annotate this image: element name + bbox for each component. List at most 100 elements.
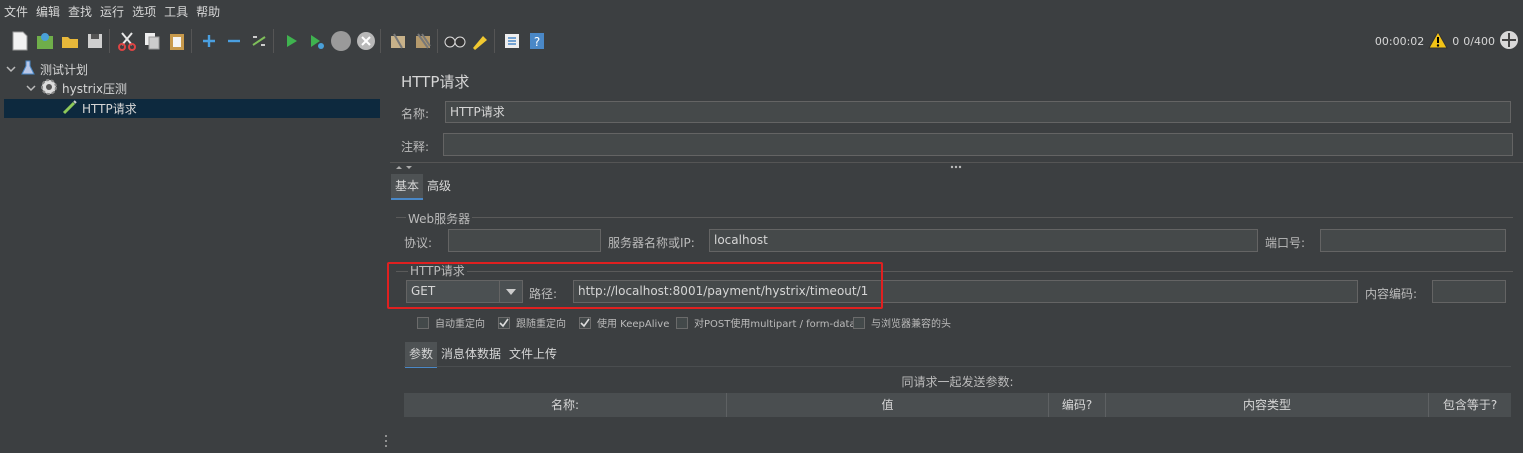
tabs-underline [404, 366, 1511, 367]
params-table-header: 名称: 值 编码? 内容类型 包含等于? [404, 393, 1511, 417]
port-label: 端口号: [1265, 236, 1306, 250]
warning-count: 0 [1452, 34, 1460, 48]
thread-group-icon [40, 78, 58, 99]
port-field[interactable] [1320, 229, 1506, 252]
tab-basic[interactable]: 基本 [391, 174, 424, 200]
parameter-tabs: 参数 消息体数据 文件上传 [405, 342, 561, 368]
web-server-group-border [396, 217, 1513, 218]
warning-icon[interactable] [1428, 30, 1449, 52]
toggle-icon[interactable] [248, 30, 270, 52]
column-include-equals[interactable]: 包含等于? [1429, 393, 1511, 417]
tree-item-http-request[interactable]: HTTP请求 [4, 99, 380, 118]
name-label: 名称: [401, 107, 430, 121]
cut-icon[interactable] [116, 30, 138, 52]
checkbox-box[interactable] [853, 316, 865, 329]
server-field[interactable]: localhost [709, 229, 1258, 252]
checkbox-browser-headers[interactable]: 与浏览器兼容的头 [853, 315, 951, 330]
server-label: 服务器名称或IP: [608, 236, 695, 250]
menu-tools[interactable]: 工具 [160, 0, 192, 24]
start-icon[interactable] [280, 30, 302, 52]
encoding-field[interactable] [1432, 280, 1506, 303]
checkbox-label: 与浏览器兼容的头 [871, 319, 951, 330]
http-sampler-panel: HTTP请求 名称: HTTP请求 注释: 基本 高级 Web服务器 协议: 服… [387, 58, 1523, 453]
name-field[interactable]: HTTP请求 [445, 101, 1511, 123]
comment-field[interactable] [443, 133, 1513, 156]
checkbox-box[interactable] [417, 316, 429, 329]
page-title: HTTP请求 [401, 73, 470, 91]
toolbar: ? 00:00:02 0 0/400 [0, 24, 1523, 59]
menu-help[interactable]: 帮助 [192, 0, 224, 24]
new-icon[interactable] [9, 30, 31, 52]
checkbox-label: 对POST使用multipart / form-data [694, 319, 856, 330]
checkbox-label: 自动重定向 [435, 319, 485, 330]
web-server-group-title: Web服务器 [406, 210, 473, 227]
open-icon[interactable] [59, 30, 81, 52]
toolbar-separator [191, 29, 192, 53]
copy-icon[interactable] [141, 30, 163, 52]
checkbox-auto-redirect[interactable]: 自动重定向 [417, 315, 485, 330]
shutdown-icon[interactable] [355, 30, 377, 52]
toolbar-separator [109, 29, 110, 53]
highlight-box [387, 262, 883, 309]
tree-item-label: 测试计划 [40, 63, 89, 77]
collapse-divider[interactable] [390, 162, 1523, 173]
checkbox-box[interactable] [676, 316, 688, 329]
templates-icon[interactable] [34, 30, 56, 52]
sampler-icon [62, 99, 78, 118]
menu-file[interactable]: 文件 [0, 0, 32, 24]
tree-item-test-plan[interactable]: 测试计划 [6, 60, 88, 79]
toolbar-separator [494, 29, 495, 53]
menu-search[interactable]: 查找 [64, 0, 96, 24]
menu-run[interactable]: 运行 [96, 0, 128, 24]
status-area: 00:00:02 0 0/400 [1375, 24, 1519, 58]
checkbox-label: 跟随重定向 [516, 319, 566, 330]
toolbar-separator [437, 29, 438, 53]
tree-item-label: hystrix压测 [62, 82, 128, 96]
checkbox-keepalive[interactable]: 使用 KeepAlive [579, 315, 669, 330]
test-plan-icon [20, 60, 36, 79]
column-content-type[interactable]: 内容类型 [1106, 393, 1429, 417]
chevron-down-icon[interactable] [6, 63, 16, 77]
svg-text:?: ? [534, 35, 540, 49]
expand-icon[interactable] [198, 30, 220, 52]
tab-advanced[interactable]: 高级 [423, 174, 455, 198]
toolbar-separator [380, 29, 381, 53]
search-icon[interactable] [444, 30, 466, 52]
menu-bar: 文件 编辑 查找 运行 选项 工具 帮助 [0, 0, 1523, 24]
clear-all-icon[interactable] [412, 30, 434, 52]
checkbox-box[interactable] [498, 316, 510, 329]
column-value[interactable]: 值 [727, 393, 1049, 417]
protocol-label: 协议: [404, 236, 433, 250]
column-encode[interactable]: 编码? [1049, 393, 1106, 417]
splitter[interactable] [383, 58, 390, 453]
stop-icon[interactable] [330, 30, 352, 52]
checkbox-box[interactable] [579, 316, 591, 329]
column-name[interactable]: 名称: [404, 393, 727, 417]
tab-body-data[interactable]: 消息体数据 [437, 342, 505, 366]
test-plan-tree: 测试计划 hystrix压测 HTTP请求 [0, 58, 384, 453]
tab-parameters[interactable]: 参数 [405, 342, 438, 368]
save-icon[interactable] [84, 30, 106, 52]
main-tabs: 基本 高级 [391, 174, 455, 200]
tree-item-label: HTTP请求 [82, 102, 137, 116]
function-helper-icon[interactable] [501, 30, 523, 52]
protocol-field[interactable] [448, 229, 601, 252]
paste-icon[interactable] [166, 30, 188, 52]
chevron-down-icon[interactable] [26, 82, 36, 96]
clear-icon[interactable] [387, 30, 409, 52]
active-threads: 0/400 [1463, 34, 1495, 48]
encoding-label: 内容编码: [1365, 287, 1418, 301]
menu-edit[interactable]: 编辑 [32, 0, 64, 24]
help-icon[interactable]: ? [526, 30, 548, 52]
checkbox-multipart[interactable]: 对POST使用multipart / form-data [676, 315, 856, 330]
params-caption: 同请求一起发送参数: [901, 375, 1014, 389]
menu-options[interactable]: 选项 [128, 0, 160, 24]
tree-item-thread-group[interactable]: hystrix压测 [26, 79, 127, 98]
remote-icon[interactable] [1499, 30, 1519, 53]
checkbox-follow-redirect[interactable]: 跟随重定向 [498, 315, 566, 330]
checkbox-label: 使用 KeepAlive [597, 319, 670, 330]
reset-search-icon[interactable] [469, 30, 491, 52]
tab-files-upload[interactable]: 文件上传 [505, 342, 561, 366]
start-no-pause-icon[interactable] [305, 30, 327, 52]
collapse-icon[interactable] [223, 30, 245, 52]
